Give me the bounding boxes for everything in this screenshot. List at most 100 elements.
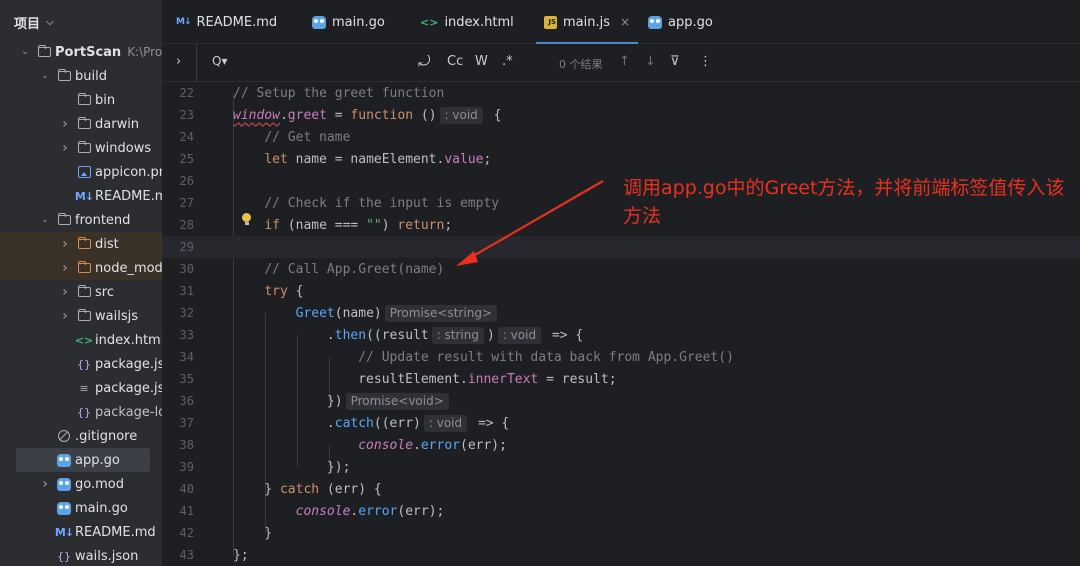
code-line[interactable]: 39 }); bbox=[162, 456, 1080, 478]
project-tree-item[interactable]: appicon.png bbox=[0, 160, 162, 184]
chevron-right-icon[interactable]: › bbox=[38, 476, 52, 492]
project-tree-item[interactable]: M↓README.md bbox=[0, 520, 162, 544]
code-line[interactable]: 30 // Call App.Greet(name) bbox=[162, 258, 1080, 280]
project-tree-item[interactable]: {} wails.json bbox=[0, 544, 162, 566]
project-tree-item[interactable]: ⌄ PortScan K:\Progr bbox=[0, 40, 162, 64]
code-line[interactable]: 37 .catch((err): void => { bbox=[162, 412, 1080, 434]
project-tree-item[interactable]: {} package-lock.json bbox=[0, 400, 162, 424]
html-file-icon: <> bbox=[74, 333, 94, 347]
project-tree-item[interactable]: › go.mod bbox=[0, 472, 162, 496]
inlay-type-hint: : void bbox=[439, 106, 483, 124]
project-tree-item[interactable]: › dist bbox=[0, 232, 162, 256]
code-token: . bbox=[413, 437, 421, 453]
project-tree-item-label: README.md bbox=[95, 188, 162, 204]
code-line[interactable]: 34 // Update result with data back from … bbox=[162, 346, 1080, 368]
more-options-icon[interactable]: ⋮ bbox=[699, 54, 712, 69]
regex-button[interactable]: .* bbox=[502, 54, 513, 69]
project-tree-item[interactable]: app.go bbox=[16, 448, 150, 472]
chevron-right-icon[interactable]: › bbox=[58, 284, 72, 300]
close-icon[interactable]: × bbox=[620, 15, 630, 29]
code-text: .catch((err): void => { bbox=[233, 414, 509, 432]
filter-icon[interactable]: ⊽ bbox=[670, 54, 680, 69]
chevron-down-icon[interactable]: ⌄ bbox=[18, 47, 32, 57]
editor-tab[interactable]: app.go bbox=[648, 0, 713, 44]
project-tree-item[interactable]: <> index.html bbox=[0, 328, 162, 352]
code-text: // Call App.Greet(name) bbox=[233, 262, 444, 277]
chevron-down-icon[interactable]: ⌄ bbox=[38, 71, 52, 81]
lightbulb-icon[interactable] bbox=[242, 213, 251, 225]
line-number: 39 bbox=[179, 460, 194, 474]
line-number: 31 bbox=[179, 284, 194, 298]
code-line[interactable]: 36 }) Promise<void> bbox=[162, 390, 1080, 412]
expand-replace-chevron-icon[interactable]: › bbox=[176, 54, 181, 69]
code-line[interactable]: 23 window.greet = function (): void { bbox=[162, 104, 1080, 126]
previous-occurrence-icon[interactable]: ↑ bbox=[619, 54, 630, 69]
project-tree-item[interactable]: › windows bbox=[0, 136, 162, 160]
code-line[interactable]: 40 } catch (err) { bbox=[162, 478, 1080, 500]
code-token: () bbox=[413, 107, 437, 123]
search-icon[interactable]: Q▾ bbox=[212, 54, 227, 68]
project-tree-item[interactable]: main.go bbox=[0, 496, 162, 520]
project-tree-item[interactable]: ⌄ frontend bbox=[0, 208, 162, 232]
project-tree-item[interactable]: ≡ package.json bbox=[0, 376, 162, 400]
code-line[interactable]: 24 // Get name bbox=[162, 126, 1080, 148]
project-panel-header[interactable]: 项目 ⌵ bbox=[0, 0, 162, 44]
code-text: }); bbox=[233, 460, 351, 475]
code-line[interactable]: 29 bbox=[162, 236, 1080, 258]
image-file-icon bbox=[76, 165, 92, 179]
code-line[interactable]: 42 } bbox=[162, 522, 1080, 544]
project-tree-item[interactable]: {} package.json bbox=[0, 352, 162, 376]
chevron-right-icon[interactable]: › bbox=[58, 260, 72, 276]
code-line[interactable]: 38 console.error(err); bbox=[162, 434, 1080, 456]
project-tree-item[interactable]: M↓README.md bbox=[0, 184, 162, 208]
code-line[interactable]: 22 // Setup the greet function bbox=[162, 82, 1080, 104]
code-line[interactable]: 32 Greet(name) Promise<string> bbox=[162, 302, 1080, 324]
project-tree-item-label: bin bbox=[95, 92, 116, 108]
line-number: 27 bbox=[179, 196, 194, 210]
chevron-right-icon[interactable]: › bbox=[58, 116, 72, 132]
code-line[interactable]: 43}; bbox=[162, 544, 1080, 566]
chevron-down-icon[interactable]: ⌵ bbox=[46, 17, 54, 28]
whole-words-button[interactable]: W bbox=[475, 54, 488, 69]
match-case-button[interactable]: Cc bbox=[447, 54, 463, 69]
project-tree-item[interactable]: › wailsjs bbox=[0, 304, 162, 328]
editor-tab-bar: M↓ README.md main.go <> index.html JS main.js ×… bbox=[162, 0, 1080, 44]
editor-tab[interactable]: main.go bbox=[312, 0, 385, 44]
chevron-down-icon[interactable]: ⌄ bbox=[38, 215, 52, 225]
project-tree-item-label: frontend bbox=[75, 212, 131, 228]
code-editor[interactable]: 22// Setup the greet function 23 window.gr… bbox=[162, 82, 1080, 566]
chevron-right-icon[interactable]: › bbox=[58, 236, 72, 252]
project-tree-item[interactable]: › darwin bbox=[0, 112, 162, 136]
next-occurrence-icon[interactable]: ↓ bbox=[645, 54, 656, 69]
code-line[interactable]: 35 resultElement.innerText = result; bbox=[162, 368, 1080, 390]
project-tree-item[interactable]: .gitignore bbox=[0, 424, 162, 448]
project-tree-item[interactable]: bin bbox=[0, 88, 162, 112]
editor-tab-label: main.js bbox=[563, 14, 610, 30]
project-tree-item-label: dist bbox=[95, 236, 119, 252]
project-tree-item[interactable]: › node_modules bbox=[0, 256, 162, 280]
code-token: { bbox=[287, 283, 304, 299]
folder-icon bbox=[76, 141, 92, 155]
chevron-right-icon[interactable]: › bbox=[58, 140, 72, 156]
code-line[interactable]: 33 .then((result: string): void => { bbox=[162, 324, 1080, 346]
find-toolbar-divider bbox=[196, 44, 197, 82]
project-tree-item[interactable]: › src bbox=[0, 280, 162, 304]
project-tree-item[interactable]: ⌄ build bbox=[0, 64, 162, 88]
project-tree-item-label: package.json bbox=[95, 380, 162, 396]
line-number: 38 bbox=[179, 438, 194, 452]
editor-tab[interactable]: JS main.js × bbox=[535, 0, 639, 44]
project-path: K:\Progr bbox=[127, 45, 162, 59]
editor-tab[interactable]: M↓ README.md bbox=[176, 0, 277, 44]
javascript-file-icon: JS bbox=[544, 15, 557, 29]
editor-tab[interactable]: <> index.html bbox=[420, 0, 514, 44]
inlay-type-hint: : void bbox=[423, 414, 468, 432]
code-token: } bbox=[233, 525, 273, 541]
folder-icon bbox=[76, 285, 92, 299]
code-token: }; bbox=[233, 547, 249, 563]
chevron-right-icon[interactable]: › bbox=[58, 308, 72, 324]
code-line[interactable]: 31 try { bbox=[162, 280, 1080, 302]
code-line[interactable]: 25 let name = nameElement.value; bbox=[162, 148, 1080, 170]
code-line[interactable]: 41 console.error(err); bbox=[162, 500, 1080, 522]
replace-icon[interactable]: ⤾ bbox=[418, 52, 431, 70]
